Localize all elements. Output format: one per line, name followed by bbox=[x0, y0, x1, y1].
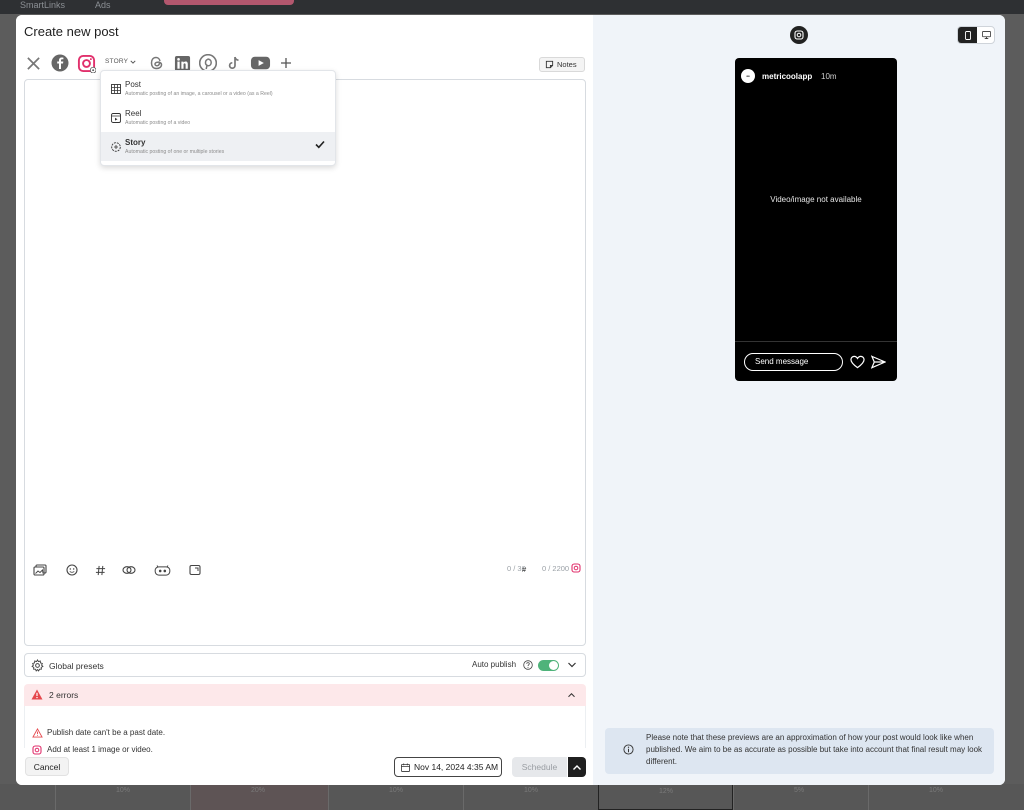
option-description: Automatic posting of a video bbox=[125, 120, 191, 126]
media-gallery-icon[interactable] bbox=[33, 563, 47, 577]
option-description: Automatic posting of one or multiple sto… bbox=[125, 149, 225, 155]
bg-cell: 5% bbox=[794, 787, 805, 794]
errors-list: Publish date can't be a past date. Add a… bbox=[24, 706, 586, 755]
modal-title: Create new post bbox=[24, 24, 119, 39]
option-description: Automatic posting of an image, a carouse… bbox=[125, 91, 273, 97]
info-icon bbox=[623, 744, 634, 755]
create-post-modal: Create new post STORY Notes 0 / 30 # 0 /… bbox=[16, 15, 1005, 785]
ai-assistant-icon[interactable] bbox=[153, 563, 171, 577]
background-topbar: SmartLinks Ads bbox=[0, 0, 1024, 14]
global-presets-bar[interactable]: Global presets Auto publish bbox=[24, 653, 586, 677]
post-type-dropdown: Post Automatic posting of an image, a ca… bbox=[100, 70, 336, 166]
preview-panel: ●● metricoolapp 10m Video/image not avai… bbox=[593, 15, 1005, 785]
error-item: Publish date can't be a past date. bbox=[47, 728, 166, 737]
composer-panel: Create new post STORY Notes 0 / 30 # 0 /… bbox=[16, 15, 593, 785]
errors-header[interactable]: 2 errors bbox=[24, 684, 586, 706]
bg-cell: 10% bbox=[389, 787, 404, 794]
notes-label: Notes bbox=[557, 60, 577, 69]
canva-export-icon[interactable] bbox=[188, 563, 202, 577]
publish-date-value: Nov 14, 2024 4:35 AM bbox=[414, 762, 499, 772]
mobile-view-icon[interactable] bbox=[958, 27, 977, 43]
option-name: Post bbox=[125, 80, 142, 89]
instagram-icon bbox=[32, 745, 42, 755]
hashtag-counter-icon: # bbox=[522, 565, 527, 574]
chevron-down-icon[interactable] bbox=[567, 661, 577, 669]
preview-username: metricoolapp bbox=[762, 72, 813, 81]
media-placeholder: Video/image not available bbox=[770, 195, 862, 204]
gear-icon bbox=[31, 659, 44, 672]
hashtag-icon[interactable] bbox=[93, 563, 107, 577]
post-type-option-story[interactable]: Story Automatic posting of one or multip… bbox=[101, 132, 335, 161]
auto-publish-toggle[interactable] bbox=[538, 660, 559, 671]
global-presets-label: Global presets bbox=[49, 661, 104, 671]
cancel-button[interactable]: Cancel bbox=[25, 757, 69, 776]
post-type-selected: STORY bbox=[105, 58, 129, 65]
help-icon[interactable] bbox=[523, 660, 533, 670]
checkmark-icon bbox=[315, 140, 325, 149]
instagram-icon[interactable] bbox=[76, 53, 96, 73]
preview-time: 10m bbox=[821, 72, 837, 81]
facebook-icon[interactable] bbox=[50, 53, 70, 73]
link-icon[interactable] bbox=[121, 563, 137, 577]
story-icon bbox=[110, 141, 121, 152]
chevron-down-icon bbox=[130, 60, 136, 64]
reel-icon bbox=[110, 112, 121, 123]
preview-disclaimer: Please note that these previews are an a… bbox=[605, 728, 994, 774]
background-table-row: 10% 20% 10% 10% 12% 5% 10% bbox=[0, 784, 1024, 810]
calendar-icon bbox=[401, 762, 410, 772]
char-counter: 0 / 2200 bbox=[542, 564, 570, 573]
instagram-counter-icon bbox=[571, 563, 581, 575]
bg-cell: 10% bbox=[929, 787, 944, 794]
send-message-input: Send message bbox=[744, 353, 843, 371]
chevron-up-icon bbox=[568, 692, 575, 698]
chevron-up-icon bbox=[573, 764, 581, 770]
x-twitter-icon[interactable] bbox=[23, 53, 43, 73]
post-type-option-reel[interactable]: Reel Automatic posting of a video bbox=[101, 103, 335, 132]
warning-outline-icon bbox=[32, 728, 43, 738]
option-name: Reel bbox=[125, 109, 142, 118]
errors-summary: 2 errors bbox=[49, 690, 79, 700]
bg-nav-smartlinks: SmartLinks bbox=[20, 0, 66, 10]
bg-active-pill bbox=[164, 0, 294, 5]
publish-date-picker[interactable]: Nov 14, 2024 4:35 AM bbox=[394, 757, 502, 777]
post-type-option-post[interactable]: Post Automatic posting of an image, a ca… bbox=[101, 74, 335, 103]
note-icon bbox=[545, 60, 554, 69]
avatar: ●● bbox=[741, 69, 755, 83]
schedule-button[interactable]: Schedule bbox=[512, 757, 567, 777]
auto-publish-label: Auto publish bbox=[472, 660, 517, 669]
desktop-view-icon[interactable] bbox=[977, 27, 995, 43]
schedule-options-button[interactable] bbox=[568, 757, 586, 777]
grid-icon bbox=[110, 83, 121, 94]
disclaimer-text: Please note that these previews are an a… bbox=[646, 733, 983, 766]
bg-cell: 10% bbox=[116, 787, 131, 794]
heart-icon bbox=[850, 355, 865, 369]
emoji-icon[interactable] bbox=[65, 563, 79, 577]
alert-triangle-icon bbox=[31, 689, 43, 700]
bg-cell: 12% bbox=[659, 788, 674, 795]
notes-button[interactable]: Notes bbox=[539, 57, 585, 72]
bg-cell: 10% bbox=[524, 787, 539, 794]
story-preview: ●● metricoolapp 10m Video/image not avai… bbox=[735, 58, 897, 381]
device-toggle bbox=[957, 26, 995, 44]
bg-nav-ads: Ads bbox=[95, 0, 111, 10]
option-name: Story bbox=[125, 138, 146, 147]
bg-cell: 20% bbox=[251, 787, 266, 794]
instagram-preview-icon[interactable] bbox=[790, 26, 808, 44]
send-icon bbox=[871, 355, 886, 369]
error-item: Add at least 1 image or video. bbox=[47, 745, 153, 754]
post-type-select[interactable]: STORY bbox=[105, 58, 136, 65]
